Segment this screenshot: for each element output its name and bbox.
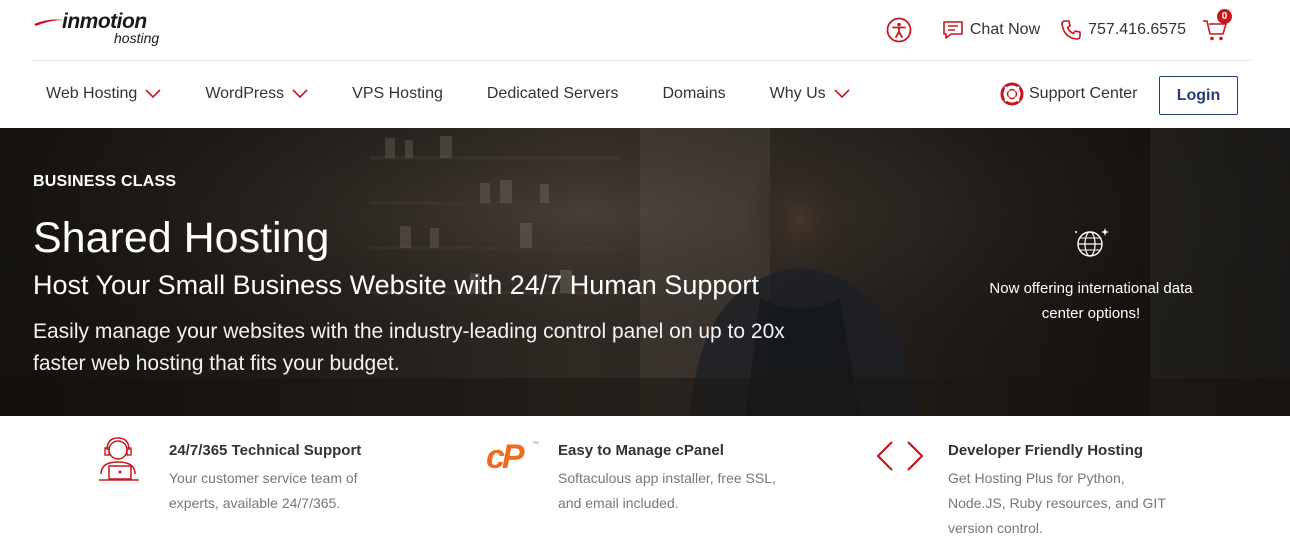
top-bar: inmotion hosting Chat Now 757.416.6575 0	[0, 0, 1290, 60]
cpanel-icon: cP ™	[486, 438, 539, 476]
feature-description: Softaculous app installer, free SSL, and…	[558, 466, 808, 516]
cart-button[interactable]: 0	[1202, 9, 1232, 45]
cart-count-badge: 0	[1217, 9, 1232, 24]
nav-item-label: Dedicated Servers	[486, 85, 619, 102]
nav-item-why-us[interactable]: Why Us	[770, 83, 850, 105]
page-title: Shared Hosting	[33, 214, 330, 262]
nav-item-label: VPS Hosting	[352, 85, 443, 102]
feature-description: Your customer service team of experts, a…	[169, 466, 419, 516]
international-data-notice: Now offering international data center o…	[960, 276, 1222, 326]
nav-item-vps-hosting[interactable]: VPS Hosting	[352, 83, 443, 105]
support-center-link[interactable]: Support Center	[1000, 82, 1138, 106]
hero-banner: BUSINESS CLASS Shared Hosting Host Your …	[0, 128, 1290, 416]
hero-description: Easily manage your websites with the ind…	[33, 320, 785, 375]
nav-item-label: WordPress	[205, 85, 285, 102]
feature-desc-line: Node.JS, Ruby resources, and GIT	[948, 495, 1166, 511]
feature-description: Get Hosting Plus for Python, Node.JS, Ru…	[948, 466, 1198, 541]
feature-desc-line: Get Hosting Plus for Python,	[948, 470, 1125, 486]
nav-item-web-hosting[interactable]: Web Hosting	[46, 83, 161, 105]
nav-item-label: Domains	[662, 85, 726, 102]
nav-item-dedicated-servers[interactable]: Dedicated Servers	[487, 83, 619, 105]
lifebuoy-icon	[1000, 82, 1024, 106]
support-agent-icon	[99, 437, 139, 481]
code-brackets-icon	[876, 441, 924, 471]
hero-subtitle: Host Your Small Business Website with 24…	[33, 270, 759, 300]
chat-now-link[interactable]: Chat Now	[942, 20, 1040, 40]
hero-eyebrow: BUSINESS CLASS	[33, 173, 177, 190]
chevron-down-icon	[145, 89, 161, 99]
nav-item-label: Web Hosting	[46, 85, 138, 102]
chat-now-label: Chat Now	[969, 21, 1041, 38]
chat-icon	[943, 21, 963, 39]
accessibility-icon[interactable]	[886, 17, 912, 43]
nav-item-domains[interactable]: Domains	[663, 83, 726, 105]
globe-icon	[1075, 228, 1109, 257]
nav-item-label: Why Us	[769, 85, 826, 102]
feature-title: Easy to Manage cPanel	[558, 442, 724, 459]
feature-desc-line: version control.	[948, 520, 1043, 536]
phone-link[interactable]: 757.416.6575	[1060, 19, 1186, 41]
logo-subtitle: hosting	[114, 30, 160, 46]
login-button[interactable]: Login	[1159, 76, 1238, 115]
phone-number: 757.416.6575	[1088, 21, 1186, 38]
feature-desc-line: Softaculous app installer, free SSL,	[558, 470, 776, 486]
svg-text:™: ™	[532, 441, 539, 448]
feature-title: Developer Friendly Hosting	[948, 442, 1144, 459]
feature-desc-line: Your customer service team of	[169, 470, 358, 486]
feature-desc-line: experts, available 24/7/365.	[169, 495, 341, 511]
top-utilities: Chat Now 757.416.6575 0	[886, 9, 1232, 48]
inmotion-logo[interactable]: inmotion hosting	[34, 10, 174, 50]
nav-item-wordpress[interactable]: WordPress	[205, 83, 308, 105]
intl-line-2: center options!	[1041, 305, 1141, 322]
svg-text:cP: cP	[486, 438, 525, 476]
intl-line-1: Now offering international data	[989, 280, 1193, 297]
features-row: 24/7/365 Technical Support Your customer…	[0, 416, 1290, 552]
feature-title: 24/7/365 Technical Support	[169, 442, 362, 459]
nav-menu: Web Hosting WordPress VPS Hosting Dedica…	[46, 83, 894, 105]
chevron-down-icon	[292, 89, 308, 99]
logo-swoosh-icon	[34, 19, 64, 26]
feature-desc-line: and email included.	[558, 495, 679, 511]
support-center-label: Support Center	[1029, 85, 1138, 102]
main-navigation: Web Hosting WordPress VPS Hosting Dedica…	[0, 61, 1290, 128]
chevron-down-icon	[834, 89, 850, 99]
phone-icon	[1061, 20, 1081, 40]
